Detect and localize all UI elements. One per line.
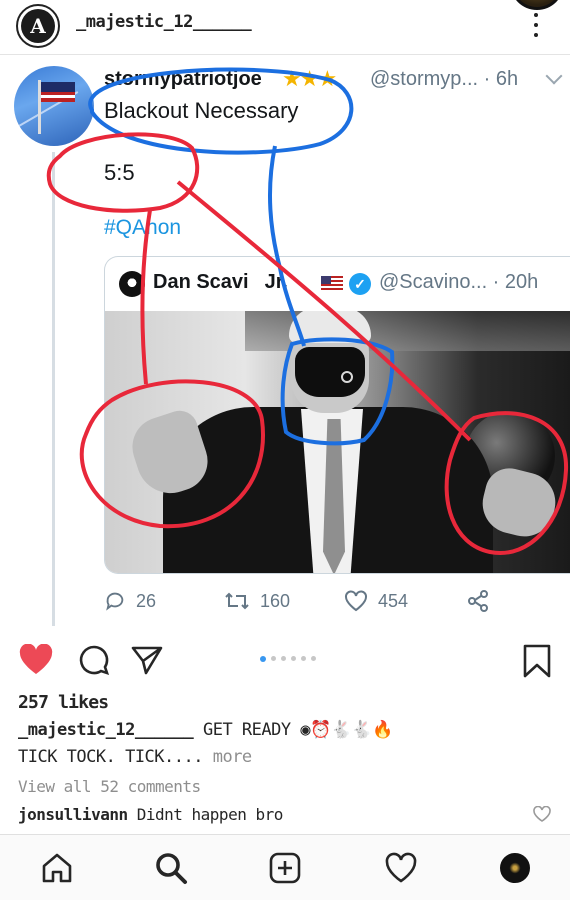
more-options-icon[interactable] <box>530 10 542 40</box>
story-avatar[interactable] <box>510 0 564 10</box>
verified-badge-icon: ✓ <box>349 273 371 295</box>
retweet-count: 160 <box>260 590 291 611</box>
poster-avatar[interactable]: A <box>16 4 60 48</box>
comment-icon[interactable] <box>78 644 110 676</box>
caption-continued: TICK TOCK. TICK.... more <box>18 747 252 767</box>
search-icon[interactable] <box>154 851 188 885</box>
retweet-icon <box>225 592 249 610</box>
tweet-hashtag: #QAnon <box>104 216 182 239</box>
carousel-dot <box>271 656 276 661</box>
new-post-icon[interactable] <box>268 851 302 885</box>
heart-filled-icon[interactable] <box>18 644 54 676</box>
heart-outline-icon <box>345 590 367 612</box>
caption-username[interactable]: _majestic_12______ <box>18 720 194 740</box>
quoted-tweet: Dan Scavi Jr. ✓ @Scavino... · 20h <box>104 256 570 574</box>
us-flag-icon <box>321 276 343 291</box>
view-comments-link[interactable]: View all 52 comments <box>18 777 201 796</box>
post-header: A _majestic_12______ <box>0 0 570 52</box>
carousel-dot <box>260 655 266 662</box>
activity-heart-icon[interactable] <box>384 851 418 885</box>
caption-emojis: ◉⏰🐇🐇🔥 <box>300 720 393 740</box>
flag-graphic <box>41 82 75 102</box>
tweet-text-line1: Blackout Necessary <box>104 98 299 123</box>
chevron-down-icon <box>545 67 563 85</box>
quoted-author-name: Dan Scavi Jr. <box>153 271 288 294</box>
bottom-tab-bar <box>0 834 570 900</box>
photo-face-mask <box>295 347 365 397</box>
share-direct-icon[interactable] <box>130 644 164 676</box>
comment-username[interactable]: jonsullivann <box>18 805 128 824</box>
carousel-dot <box>281 656 286 661</box>
poster-username[interactable]: _majestic_12______ <box>76 12 252 32</box>
avatar-letter: A <box>21 9 55 43</box>
tweet-actions: 26 160 454 <box>104 590 570 616</box>
tweet-author-name: stormypatriotjoe <box>104 68 262 90</box>
share-icon <box>468 590 488 612</box>
tweet-screenshot: stormypatriotjoe ★★★ @stormyp... · 6h Bl… <box>0 56 570 626</box>
quoted-photo <box>105 311 570 573</box>
caption-text-line2: TICK TOCK. TICK.... <box>18 747 203 767</box>
photo-hair <box>289 311 371 343</box>
carousel-dot <box>311 656 316 661</box>
profile-avatar-tab[interactable] <box>500 853 530 883</box>
tweet-like-count: 454 <box>378 590 409 611</box>
comment-text: Didnt happen bro <box>136 805 284 824</box>
caption-text: GET READY <box>202 720 291 740</box>
more-link[interactable]: more <box>213 747 252 767</box>
like-action: 454 <box>344 590 408 612</box>
share-action <box>466 590 500 612</box>
reply-count: 26 <box>136 590 157 611</box>
carousel-dot <box>291 656 296 661</box>
bookmark-icon[interactable] <box>522 644 552 678</box>
tweet-text-line2: 5:5 <box>104 160 135 185</box>
carousel-indicator <box>260 655 316 662</box>
likes-count[interactable]: 257 likes <box>18 692 109 713</box>
quoted-avatar <box>119 271 145 297</box>
caption: _majestic_12______ GET READY ◉⏰🐇🐇🔥 <box>18 720 393 740</box>
comment-like-icon[interactable] <box>533 806 551 822</box>
home-icon[interactable] <box>40 851 74 885</box>
thread-line <box>52 152 55 626</box>
divider <box>0 54 570 55</box>
post-actions <box>0 640 570 680</box>
star-icons: ★★★ <box>282 66 337 91</box>
quoted-name-part2: Jr. <box>264 271 288 293</box>
comment-preview: jonsullivann Didnt happen bro <box>18 805 283 824</box>
photo-mask-emblem <box>341 371 353 383</box>
retweet-action: 160 <box>224 590 290 612</box>
reply-icon <box>106 592 124 611</box>
reply-action: 26 <box>104 590 156 612</box>
quoted-name-part1: Dan Scavi <box>153 271 249 293</box>
tweet-avatar <box>14 66 94 146</box>
quoted-handle-time: @Scavino... · 20h <box>379 271 539 293</box>
tweet-handle-time: @stormyp... · 6h <box>370 68 519 90</box>
carousel-dot <box>301 656 306 661</box>
